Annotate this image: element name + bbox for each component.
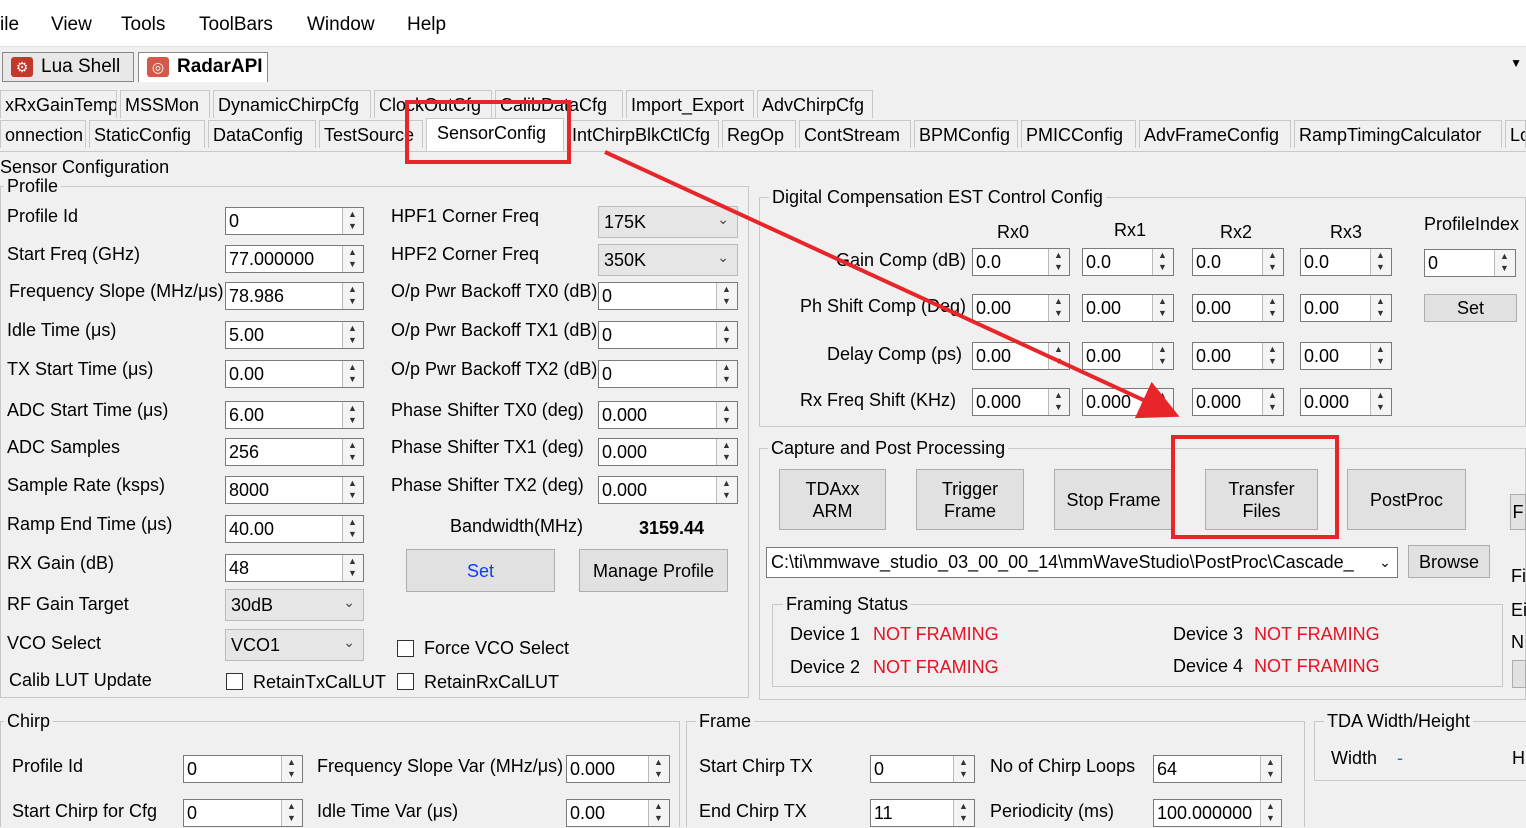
annotation-arrow	[604, 150, 1180, 419]
arrow-line	[604, 150, 1180, 419]
